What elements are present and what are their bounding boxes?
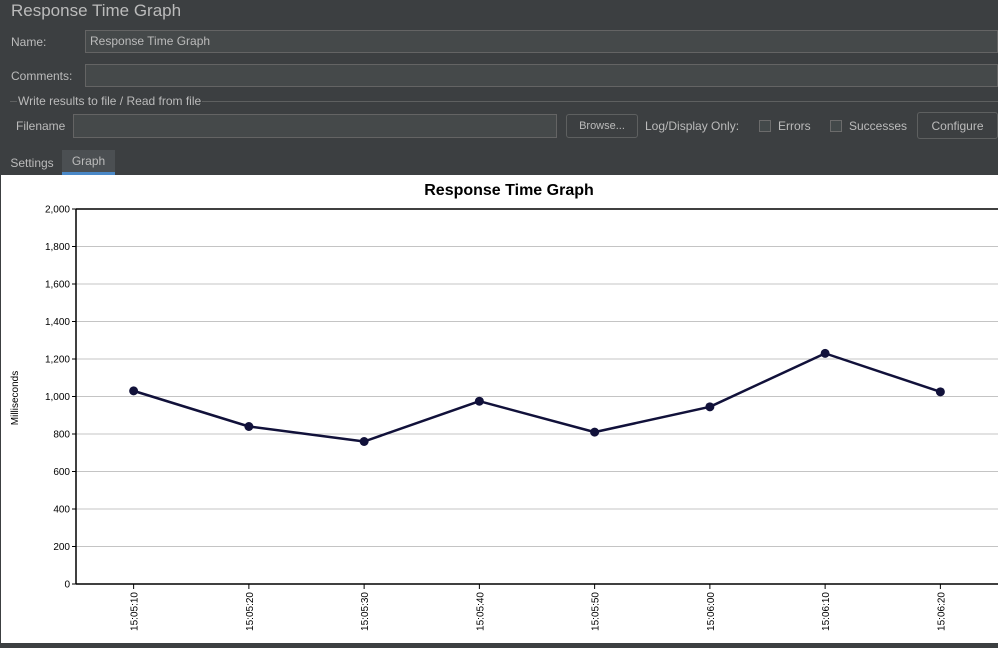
data-point [935,387,945,397]
series-line [133,352,941,443]
errors-label: Errors [778,119,811,133]
filename-label: Filename [16,119,66,133]
data-point [359,437,369,446]
x-tick-label: 15:05:10 [130,592,141,631]
grid [76,246,998,547]
name-label: Name: [11,35,47,49]
x-tick-label: 15:05:50 [591,592,602,631]
tab-settings[interactable]: Settings [4,150,60,175]
comments-field[interactable] [85,64,998,87]
y-tick-label: 400 [53,505,70,516]
y-axis-label: Milliseconds [10,371,21,425]
successes-checkbox[interactable] [830,120,842,132]
y-tick-label: 1,600 [45,280,70,291]
y-tick-label: 0 [64,580,70,591]
y-tick-label: 1,800 [45,242,70,253]
x-tick-label: 15:06:00 [706,592,717,631]
x-tick-label: 15:06:20 [936,592,947,631]
chart-title: Response Time Graph [424,182,594,199]
name-field[interactable]: Response Time Graph [85,30,998,53]
y-tick-label: 600 [53,467,70,478]
y-tick-label: 800 [53,430,70,441]
y-tick-label: 1,000 [45,392,70,403]
errors-checkbox[interactable] [759,120,771,132]
filename-field[interactable] [73,114,557,138]
x-tick-label: 15:05:40 [475,592,486,631]
configure-button[interactable]: Configure [917,112,998,139]
y-tick-label: 2,000 [45,205,70,216]
chart-panel: Response Time Graph Milliseconds 0 200 400… [1,175,998,643]
data-point [244,422,254,431]
comments-label: Comments: [11,69,73,83]
browse-button[interactable]: Browse... [566,114,638,138]
x-tick-label: 15:05:20 [245,592,256,631]
data-point [129,386,139,396]
data-point [590,427,600,437]
y-tick-label: 1,400 [45,317,70,328]
log-display-label: Log/Display Only: [645,119,740,133]
y-tick-label: 200 [53,542,70,553]
data-point [820,348,830,358]
file-group-title: Write results to file / Read from file [17,94,203,108]
response-time-chart: Response Time Graph Milliseconds 0 200 400… [10,182,998,631]
x-tick-label: 15:05:30 [360,592,371,631]
axes: 0 200 400 600 800 1,000 1,200 1,400 1,600 1,800 2,… [45,205,998,631]
tab-graph[interactable]: Graph [62,150,115,175]
window-title: Response Time Graph [11,1,182,20]
x-tick-label: 15:06:10 [821,592,832,631]
data-point [474,396,484,406]
y-tick-label: 1,200 [45,355,70,366]
successes-label: Successes [849,119,908,133]
data-point [705,402,715,412]
series [129,348,945,446]
